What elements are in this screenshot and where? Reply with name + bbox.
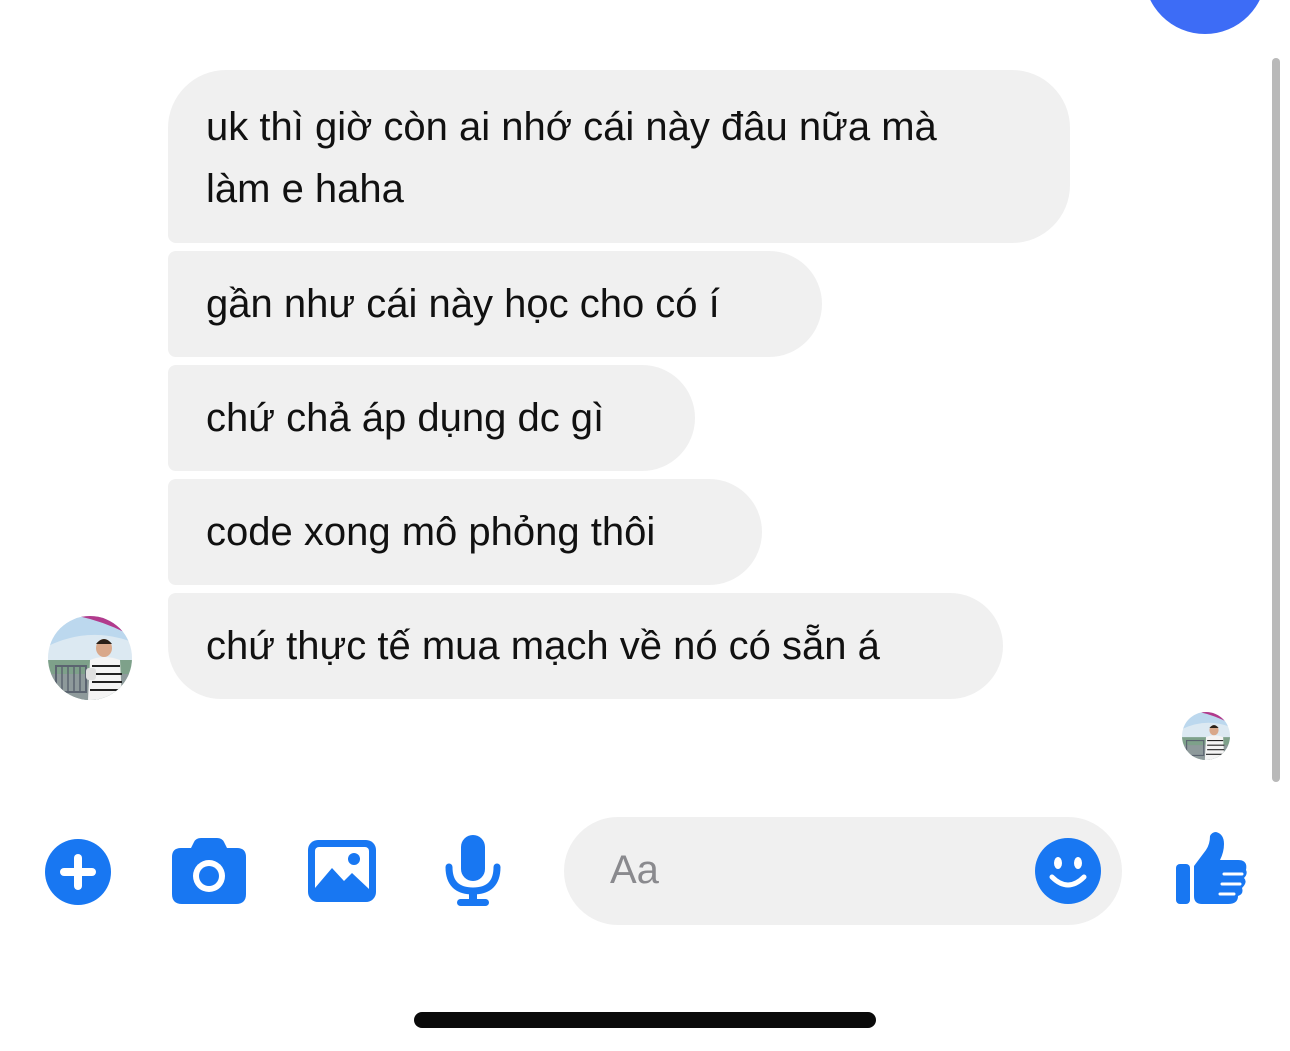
message-line: code xong mô phỏng thôi	[206, 510, 656, 554]
message-composer[interactable]	[564, 817, 1122, 925]
message-line: uk thì giờ còn ai nhớ cái này đâu nữa mà	[206, 104, 937, 149]
microphone-icon[interactable]	[444, 835, 502, 907]
message-text: uk thì giờ còn ai nhớ cái này đâu nữa mà…	[206, 96, 937, 220]
message-bubble[interactable]: code xong mô phỏng thôi	[168, 479, 762, 585]
message-bubble[interactable]: chứ thực tế mua mạch về nó có sẵn á	[168, 593, 1003, 699]
seen-avatar	[1182, 712, 1230, 760]
top-floating-button[interactable]	[1144, 0, 1266, 34]
message-line: chứ thực tế mua mạch về nó có sẵn á	[206, 624, 880, 668]
message-bubble[interactable]: gần như cái này học cho có í	[168, 251, 822, 357]
message-bubble[interactable]: chứ chả áp dụng dc gì	[168, 365, 695, 471]
home-indicator[interactable]	[414, 1012, 876, 1028]
scrollbar[interactable]	[1272, 58, 1280, 782]
sender-avatar[interactable]	[48, 616, 132, 700]
plus-circle-icon[interactable]	[44, 838, 112, 906]
message-line: gần như cái này học cho có í	[206, 282, 720, 326]
camera-icon[interactable]	[172, 838, 246, 904]
message-line: làm e haha	[206, 166, 404, 211]
smiley-icon[interactable]	[1034, 837, 1102, 905]
message-bubble[interactable]: uk thì giờ còn ai nhớ cái này đâu nữa mà…	[168, 70, 1070, 243]
message-line: chứ chả áp dụng dc gì	[206, 396, 605, 440]
chat-screen: uk thì giờ còn ai nhớ cái này đâu nữa mà…	[0, 0, 1290, 1051]
image-icon[interactable]	[308, 840, 376, 902]
thumbs-up-icon[interactable]	[1176, 832, 1248, 906]
message-input[interactable]	[610, 844, 1010, 896]
